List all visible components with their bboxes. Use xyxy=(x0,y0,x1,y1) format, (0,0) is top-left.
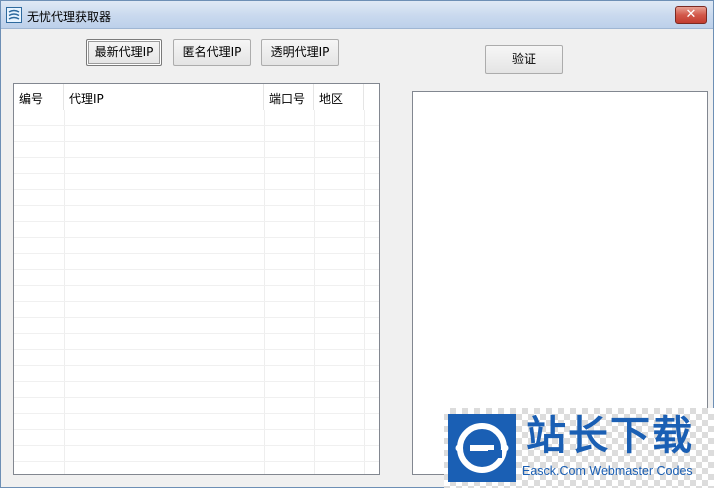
close-button[interactable]: ✕ xyxy=(675,6,707,24)
watermark-logo xyxy=(448,414,516,482)
watermark-subtitle: Easck.Com Webmaster Codes xyxy=(522,464,693,478)
column-header-ip[interactable]: 代理IP xyxy=(64,84,264,110)
empty-row xyxy=(14,302,379,318)
empty-row xyxy=(14,126,379,142)
empty-row xyxy=(14,238,379,254)
verify-button[interactable]: 验证 xyxy=(485,45,563,74)
empty-row xyxy=(14,366,379,382)
empty-row xyxy=(14,158,379,174)
column-header-id[interactable]: 编号 xyxy=(14,84,64,110)
column-header-region[interactable]: 地区 xyxy=(314,84,364,110)
empty-row xyxy=(14,398,379,414)
empty-row xyxy=(14,414,379,430)
transparent-proxy-button[interactable]: 透明代理IP xyxy=(261,39,339,66)
watermark-title: 站长下载 xyxy=(526,413,694,459)
list-header: 编号 代理IP 端口号 地区 xyxy=(14,84,379,110)
close-icon: ✕ xyxy=(685,7,697,22)
empty-row xyxy=(14,334,379,350)
window-title: 无忧代理获取器 xyxy=(27,10,112,24)
empty-row xyxy=(14,222,379,238)
empty-row xyxy=(14,206,379,222)
empty-row xyxy=(14,462,379,474)
empty-row xyxy=(14,142,379,158)
empty-row xyxy=(14,110,379,126)
app-icon xyxy=(6,7,22,23)
anonymous-proxy-button[interactable]: 匿名代理IP xyxy=(173,39,251,66)
empty-row xyxy=(14,350,379,366)
empty-row xyxy=(14,174,379,190)
list-body xyxy=(14,110,379,474)
empty-row xyxy=(14,254,379,270)
proxy-list[interactable]: 编号 代理IP 端口号 地区 xyxy=(13,83,380,475)
latest-proxy-button[interactable]: 最新代理IP xyxy=(86,39,162,66)
column-header-port[interactable]: 端口号 xyxy=(264,84,314,110)
empty-row xyxy=(14,286,379,302)
empty-row xyxy=(14,446,379,462)
empty-row xyxy=(14,190,379,206)
empty-row xyxy=(14,270,379,286)
title-bar[interactable]: 无忧代理获取器 ✕ xyxy=(1,1,713,29)
empty-row xyxy=(14,430,379,446)
empty-row xyxy=(14,318,379,334)
watermark: 站长下载 Easck.Com Webmaster Codes xyxy=(444,408,714,488)
empty-row xyxy=(14,382,379,398)
